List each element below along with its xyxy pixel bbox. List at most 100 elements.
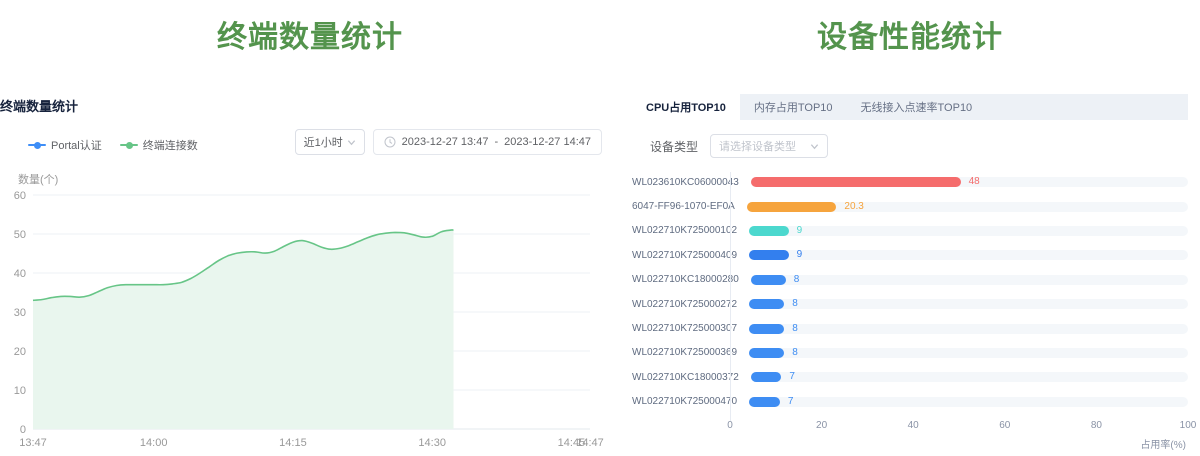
legend-marker-icon	[120, 144, 138, 146]
svg-text:14:30: 14:30	[418, 437, 446, 449]
svg-text:30: 30	[14, 307, 26, 319]
date-separator: -	[494, 136, 498, 148]
date-start: 2023-12-27 13:47	[402, 136, 489, 148]
bar-track: 20.3	[747, 202, 1188, 212]
bar-track: 8	[749, 348, 1188, 358]
bar-fill	[749, 250, 789, 260]
bar-fill	[751, 372, 782, 382]
device-type-label: 设备类型	[650, 138, 698, 155]
bar-axis-tick: 100	[1180, 420, 1197, 431]
right-page-title: 设备性能统计	[632, 12, 1188, 56]
bar-value: 20.3	[844, 202, 863, 212]
date-range-picker[interactable]: 2023-12-27 13:47 - 2023-12-27 14:47	[373, 129, 602, 155]
left-card-title: 终端数量统计	[0, 96, 620, 115]
bar-label: WL022710KC18000372	[632, 372, 739, 383]
bar-row: WL022710KC18000372 7	[632, 365, 1188, 389]
bar-row: WL022710K725000307 8	[632, 316, 1188, 340]
bar-axis-tick: 40	[908, 420, 919, 431]
cpu-top10-chart: WL023610KC06000043 48 6047-FF96-1070-EF0A 2…	[632, 170, 1188, 451]
terminal-count-chart: 010203040506013:4714:0014:1514:3014:4514…	[0, 187, 620, 455]
bar-row: WL022710K725000272 8	[632, 292, 1188, 316]
svg-text:13:47: 13:47	[19, 437, 47, 449]
svg-text:14:00: 14:00	[140, 437, 168, 449]
bar-track: 9	[749, 250, 1188, 260]
bar-row: WL022710K725000470 7	[632, 390, 1188, 414]
bar-label: WL022710K725000102	[632, 225, 737, 236]
bar-label: WL023610KC06000043	[632, 177, 739, 188]
bar-fill	[751, 177, 961, 187]
chevron-down-icon	[810, 142, 819, 151]
bar-axis-spine	[730, 172, 731, 421]
bar-label: WL022710K725000369	[632, 347, 737, 358]
bar-axis-tick: 20	[816, 420, 827, 431]
legend-item-0[interactable]: Portal认证	[28, 137, 102, 153]
bar-row: WL023610KC06000043 48	[632, 170, 1188, 194]
bar-track: 7	[751, 372, 1188, 382]
bar-row: WL022710K725000409 9	[632, 243, 1188, 267]
device-performance-panel: 设备性能统计 CPU占用TOP10内存占用TOP10无线接入点速率TOP10 设…	[632, 0, 1188, 456]
bar-value: 8	[792, 348, 798, 358]
bar-value: 7	[789, 372, 795, 382]
device-type-filter-row: 设备类型 请选择设备类型	[650, 134, 1188, 158]
bar-track: 8	[751, 275, 1188, 285]
bar-x-axis-title: 占用率(%)	[632, 436, 1188, 451]
bar-value: 48	[969, 177, 980, 187]
bar-fill	[749, 397, 780, 407]
bar-row: WL022710KC18000280 8	[632, 268, 1188, 292]
time-controls: 近1小时 2023-12-27 13:47 - 2023-12-27 14:47	[295, 129, 602, 155]
bar-label: WL022710K725000470	[632, 396, 737, 407]
bar-track: 7	[749, 397, 1188, 407]
bar-label: WL022710KC18000280	[632, 274, 739, 285]
date-end: 2023-12-27 14:47	[504, 136, 591, 148]
svg-text:50: 50	[14, 229, 26, 241]
bar-axis-tick: 0	[727, 420, 733, 431]
tab-无线接入点速率TOP10[interactable]: 无线接入点速率TOP10	[847, 94, 987, 120]
y-axis-title: 数量(个)	[18, 171, 620, 187]
bar-value: 8	[792, 324, 798, 334]
bar-fill	[751, 275, 786, 285]
bar-fill	[747, 202, 837, 212]
bar-row: WL022710K725000102 9	[632, 219, 1188, 243]
bar-value: 8	[794, 275, 800, 285]
bar-label: 6047-FF96-1070-EF0A	[632, 201, 735, 212]
time-range-value: 近1小时	[304, 134, 343, 150]
bar-label: WL022710K725000307	[632, 323, 737, 334]
svg-text:60: 60	[14, 190, 26, 202]
bar-fill	[749, 226, 789, 236]
bar-value: 8	[792, 299, 798, 309]
bar-fill	[749, 299, 784, 309]
tab-内存占用TOP10[interactable]: 内存占用TOP10	[740, 94, 847, 120]
bar-value: 7	[788, 397, 794, 407]
left-controls-row: Portal认证 终端连接数 近1小时 2023-12-27 13:47 - 20…	[0, 125, 620, 155]
bar-track: 8	[749, 324, 1188, 334]
performance-tabs: CPU占用TOP10内存占用TOP10无线接入点速率TOP10	[632, 94, 1188, 120]
tab-CPU占用TOP10[interactable]: CPU占用TOP10	[632, 94, 740, 120]
legend-marker-icon	[28, 144, 46, 146]
bar-row: 6047-FF96-1070-EF0A 20.3	[632, 194, 1188, 218]
legend-label: Portal认证	[51, 137, 102, 153]
terminal-count-panel: 终端数量统计 终端数量统计 Portal认证终端连接数 近1小时 2023-12…	[0, 0, 620, 456]
legend-label: 终端连接数	[143, 137, 198, 153]
chart-legend: Portal认证 终端连接数	[28, 137, 198, 155]
legend-item-1[interactable]: 终端连接数	[120, 137, 198, 153]
bar-value: 9	[797, 226, 803, 236]
bar-x-axis: 020406080100	[730, 420, 1188, 434]
time-range-select[interactable]: 近1小时	[295, 129, 365, 155]
svg-text:10: 10	[14, 385, 26, 397]
bar-track: 8	[749, 299, 1188, 309]
svg-text:0: 0	[20, 424, 26, 436]
bar-label: WL022710K725000272	[632, 299, 737, 310]
bar-fill	[749, 324, 784, 334]
svg-text:14:15: 14:15	[279, 437, 307, 449]
svg-text:14:47: 14:47	[576, 437, 604, 449]
chevron-down-icon	[347, 138, 356, 147]
bar-fill	[749, 348, 784, 358]
dashboard-page: 终端数量统计 终端数量统计 Portal认证终端连接数 近1小时 2023-12…	[0, 0, 1200, 456]
bar-track: 9	[749, 226, 1188, 236]
bar-row: WL022710K725000369 8	[632, 341, 1188, 365]
bar-track: 48	[751, 177, 1188, 187]
bar-label: WL022710K725000409	[632, 250, 737, 261]
device-type-select[interactable]: 请选择设备类型	[710, 134, 828, 158]
clock-icon	[384, 136, 396, 148]
svg-text:40: 40	[14, 268, 26, 280]
